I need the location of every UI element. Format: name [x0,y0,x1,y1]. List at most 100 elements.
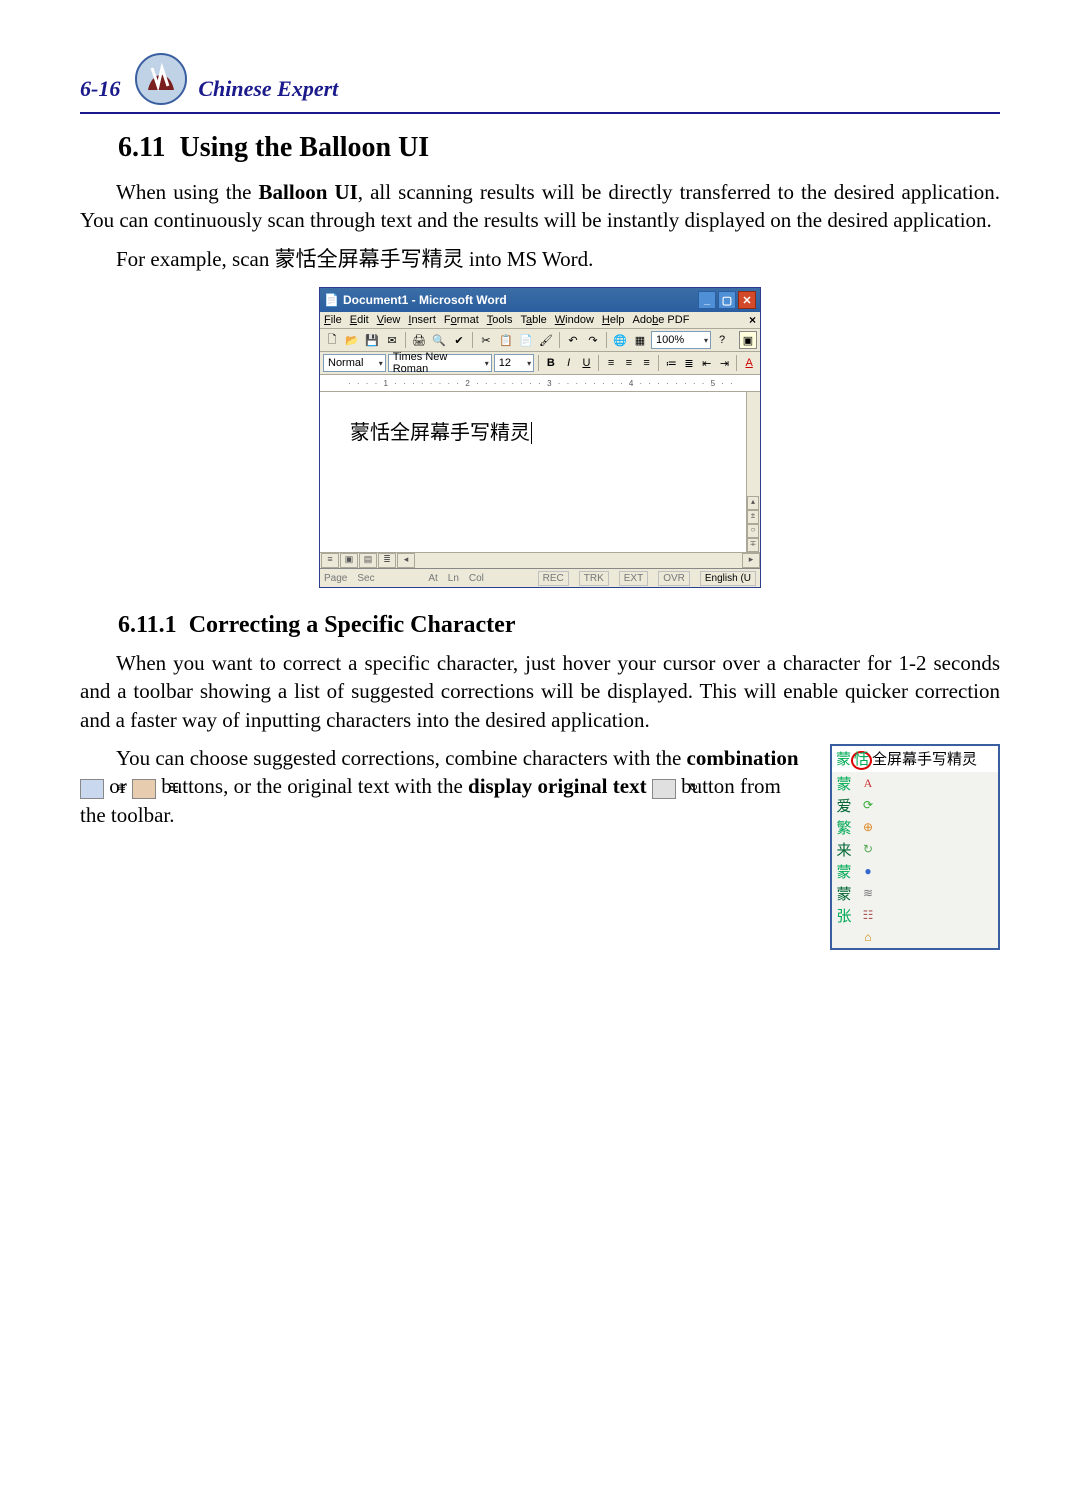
redo-icon[interactable]: ↷ [584,331,602,349]
candidate-char[interactable]: 蒙 [832,772,856,794]
candidate-tool-icon[interactable]: ⌂ [856,926,880,948]
outdent-icon[interactable]: ⇤ [699,354,715,372]
candidate-tool-icon[interactable]: ☷ [856,904,880,926]
style-select[interactable]: Normal [323,354,386,372]
status-rec: REC [538,571,569,586]
vertical-scrollbar[interactable]: ▴ ± ○ ∓ [746,392,759,552]
candidate-tool-icon[interactable]: ⊕ [856,816,880,838]
close-button[interactable]: ✕ [738,291,756,309]
help-icon[interactable]: ? [713,331,731,349]
align-center-icon[interactable]: ≡ [621,354,637,372]
candidate-tool-icon[interactable]: ≋ [856,882,880,904]
mail-icon[interactable]: ✉ [383,331,401,349]
align-left-icon[interactable]: ≡ [603,354,619,372]
indent-icon[interactable]: ⇥ [717,354,733,372]
word-view-bar: ≡ ▣ ▤ ≣ ◂ ▸ [320,552,760,568]
print-icon[interactable]: 🖨 [410,331,428,349]
status-ovr: OVR [658,571,690,586]
minimize-button[interactable]: _ [698,291,716,309]
page-number: 6-16 [80,76,120,108]
status-col: Col [469,573,484,584]
underline-button[interactable]: U [579,354,595,372]
open-icon[interactable]: 📂 [343,331,361,349]
hscroll-right-icon[interactable]: ▸ [742,553,760,568]
browse-object-icon[interactable]: ○ [747,524,759,538]
header-title: Chinese Expert [198,76,338,108]
paragraph-1: When using the Balloon UI, all scanning … [80,178,1000,235]
undo-icon[interactable]: ↶ [564,331,582,349]
size-select[interactable]: 12 [494,354,534,372]
menu-view[interactable]: View [377,314,401,326]
candidate-char[interactable]: 来 [832,838,856,860]
status-lang: English (U [700,571,756,586]
candidate-char[interactable]: 蒙 [832,882,856,904]
read-icon[interactable]: ▣ [739,331,757,349]
menu-edit[interactable]: Edit [350,314,369,326]
logo-icon [132,50,190,108]
candidate-tool-icon[interactable]: ● [856,860,880,882]
save-icon[interactable]: 💾 [363,331,381,349]
copy-icon[interactable]: 📋 [497,331,515,349]
menu-insert[interactable]: Insert [408,314,436,326]
document-text: 蒙恬全屏幕手写精灵 [350,416,532,445]
paragraph-2: For example, scan 蒙恬全屏幕手写精灵 into MS Word… [80,245,1000,273]
align-right-icon[interactable]: ≡ [639,354,655,372]
normal-view-icon[interactable]: ≡ [321,553,339,568]
status-sec: Sec [357,573,374,584]
browse-up-icon[interactable]: ± [747,510,759,524]
candidate-char[interactable]: 繁 [832,816,856,838]
numbering-icon[interactable]: ≔ [663,354,679,372]
candidate-char[interactable]: 张 [832,904,856,926]
paragraph-4: You can choose suggested corrections, co… [80,744,802,829]
menu-adobe[interactable]: Adobe PDF [633,314,690,326]
candidate-char[interactable]: 爱 [832,794,856,816]
paste-icon[interactable]: 📄 [517,331,535,349]
font-select[interactable]: Times New Roman [388,354,492,372]
menu-table[interactable]: Table [520,314,546,326]
word-app-icon: 📄 [324,293,339,307]
word-toolbar-standard: 🗋 📂 💾 ✉ 🖨 🔍 ✔ ✂ 📋 📄 🖌 ↶ ↷ 🌐 ▦ 100% ? ▣ [320,329,760,352]
tables-icon[interactable]: ▦ [631,331,649,349]
page-header: 6-16 Chinese Expert [80,50,1000,114]
hscroll-left-icon[interactable]: ◂ [397,553,415,568]
outline-view-icon[interactable]: ≣ [378,553,396,568]
balloon-correction-popup: 蒙恬全屏幕手写精灵 蒙A爱⟳繁⊕来↻蒙●蒙≋张☷⌂ [830,744,1000,950]
scroll-up-icon[interactable]: ▴ [747,496,759,510]
spell-icon[interactable]: ✔ [450,331,468,349]
candidate-tool-icon[interactable]: A [856,772,880,794]
status-page: Page [324,573,347,584]
preview-icon[interactable]: 🔍 [430,331,448,349]
new-icon[interactable]: 🗋 [323,331,341,349]
browse-down-icon[interactable]: ∓ [747,538,759,552]
candidate-char[interactable]: 蒙 [832,860,856,882]
format-painter-icon[interactable]: 🖌 [537,331,555,349]
word-ruler: · · · · 1 · · · · · · · · 2 · · · · · · … [320,375,760,392]
font-color-icon[interactable]: A [741,354,757,372]
combination-icon-1: ≋ [80,779,104,799]
maximize-button[interactable]: ▢ [718,291,736,309]
candidate-char[interactable] [832,926,856,948]
zoom-select[interactable]: 100% [651,331,711,349]
candidate-tool-icon[interactable]: ⟳ [856,794,880,816]
bullets-icon[interactable]: ≣ [681,354,697,372]
status-at: At [428,573,437,584]
doc-close-button[interactable]: × [749,313,756,327]
web-view-icon[interactable]: ▣ [340,553,358,568]
menu-format[interactable]: Format [444,314,479,326]
cut-icon[interactable]: ✂ [477,331,495,349]
word-toolbar-formatting: Normal Times New Roman 12 B I U ≡ ≡ ≡ ≔ … [320,352,760,375]
hyperlink-icon[interactable]: 🌐 [611,331,629,349]
print-view-icon[interactable]: ▤ [359,553,377,568]
menu-tools[interactable]: Tools [487,314,513,326]
menu-file[interactable]: File [324,314,342,326]
menu-help[interactable]: Help [602,314,625,326]
word-document-area[interactable]: 蒙恬全屏幕手写精灵 ▴ ± ○ ∓ [320,392,760,552]
bold-button[interactable]: B [543,354,559,372]
status-ln: Ln [448,573,459,584]
balloon-header: 蒙恬全屏幕手写精灵 [832,746,998,772]
subsection-heading: 6.11.1 Correcting a Specific Character [118,612,1000,639]
menu-window[interactable]: Window [555,314,594,326]
word-title: Document1 - Microsoft Word [343,293,696,307]
candidate-tool-icon[interactable]: ↻ [856,838,880,860]
italic-button[interactable]: I [561,354,577,372]
